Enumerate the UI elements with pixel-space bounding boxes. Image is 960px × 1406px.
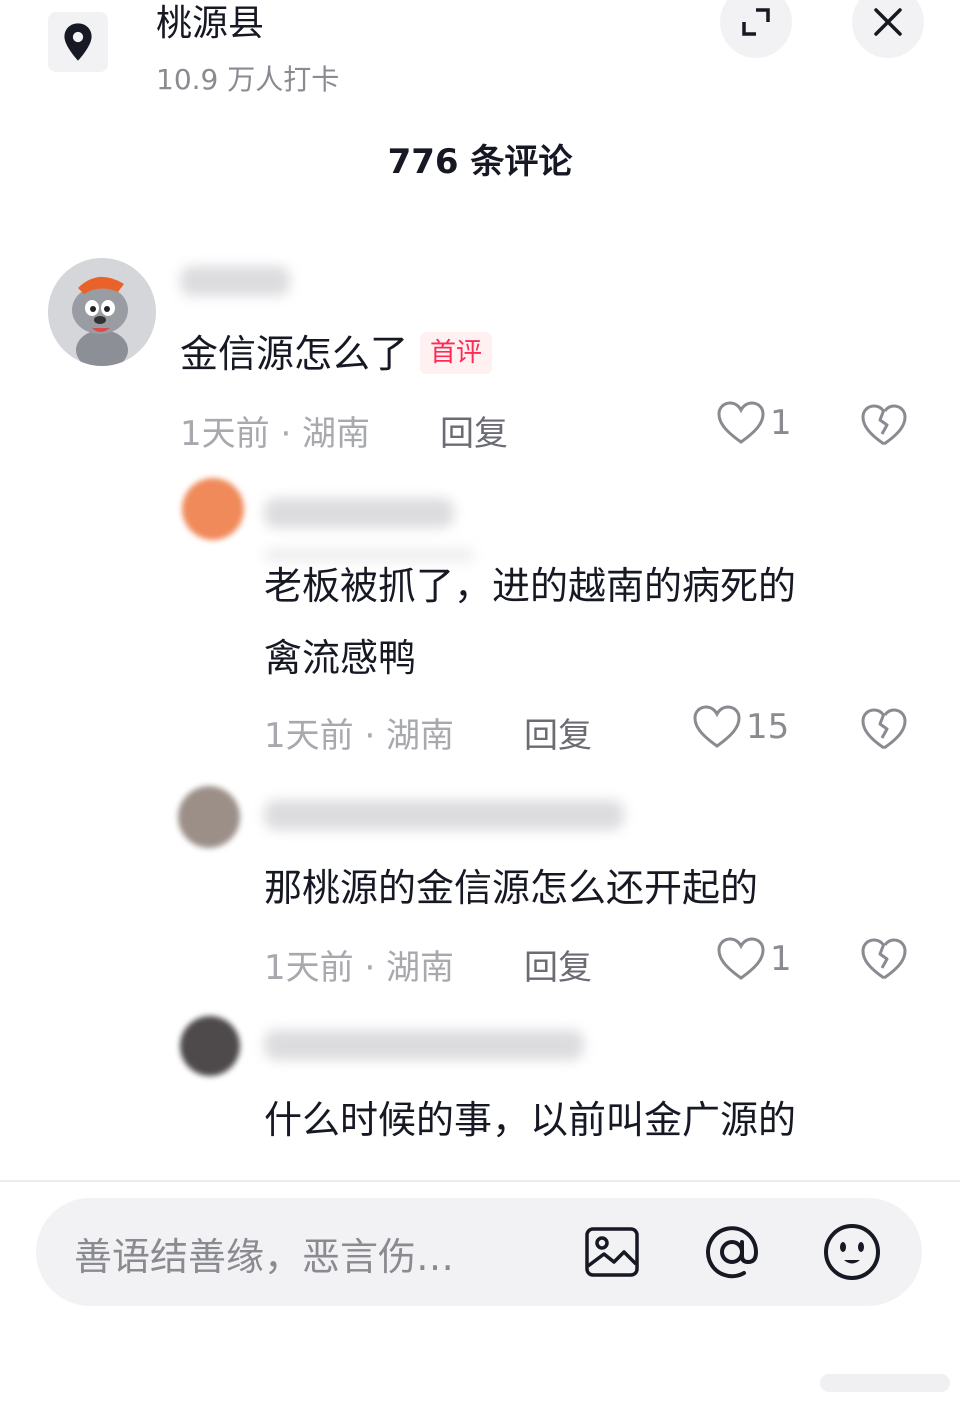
comment-meta: 1天前 · 湖南 <box>180 414 371 454</box>
broken-heart-icon <box>861 404 907 446</box>
avatar[interactable] <box>178 786 240 848</box>
location-title[interactable]: 桃源县 <box>156 0 264 46</box>
comment-meta: 1天前 · 湖南 <box>264 948 455 988</box>
image-icon <box>585 1227 639 1277</box>
dislike-button[interactable] <box>860 936 908 984</box>
heart-icon <box>693 705 741 748</box>
username-blurred[interactable] <box>264 498 454 528</box>
comment-meta: 1天前 · 湖南 <box>264 716 455 756</box>
avatar[interactable] <box>180 1016 240 1076</box>
location-pin-icon <box>64 23 92 61</box>
comment-text: 老板被抓了，进的越南的病死的 禽流感鸭 <box>264 564 797 680</box>
heart-icon <box>717 401 765 444</box>
avatar[interactable] <box>48 258 156 366</box>
username-blurred[interactable] <box>264 1030 584 1060</box>
like-button[interactable]: 15 <box>692 704 789 750</box>
username-blurred[interactable] <box>264 800 624 830</box>
location-pin-button[interactable] <box>48 12 108 72</box>
comment-text: 那桃源的金信源怎么还开起的 <box>264 866 759 910</box>
emoji-icon <box>824 1224 880 1280</box>
reply-button[interactable]: 回复 <box>524 708 592 757</box>
comment-count-title: 776 条评论 <box>387 142 573 182</box>
like-button[interactable]: 1 <box>716 400 792 446</box>
dislike-button[interactable] <box>860 402 908 450</box>
image-button[interactable] <box>580 1220 644 1284</box>
divider <box>0 1180 960 1182</box>
like-count: 15 <box>746 707 790 747</box>
broken-heart-icon <box>861 938 907 980</box>
avatar[interactable] <box>182 478 244 540</box>
broken-heart-icon <box>861 708 907 750</box>
like-count: 1 <box>770 939 792 979</box>
comment-text: 金信源怎么了 首评 <box>180 318 493 390</box>
reply-button[interactable]: 回复 <box>524 940 592 989</box>
at-mention-button[interactable] <box>700 1220 764 1284</box>
like-count: 1 <box>770 403 792 443</box>
comment-input-placeholder[interactable]: 善语结善缘，恶言伤… <box>74 1226 454 1281</box>
dislike-button[interactable] <box>860 706 908 754</box>
reply-button[interactable]: 回复 <box>440 406 508 455</box>
username-blurred[interactable] <box>180 266 290 296</box>
close-icon <box>874 8 902 36</box>
like-button[interactable]: 1 <box>716 936 792 982</box>
at-mention-icon <box>706 1226 759 1279</box>
comment-text: 什么时候的事，以前叫金广源的 <box>264 1098 797 1142</box>
checkin-count: 10.9 万人打卡 <box>156 63 340 96</box>
home-indicator <box>820 1374 950 1392</box>
cartoon-wolf-avatar <box>48 258 156 366</box>
close-button[interactable] <box>852 0 924 58</box>
first-comment-badge: 首评 <box>420 332 493 374</box>
emoji-button[interactable] <box>820 1220 884 1284</box>
heart-icon <box>717 937 765 980</box>
expand-button[interactable] <box>720 0 792 58</box>
expand-icon <box>742 8 770 36</box>
